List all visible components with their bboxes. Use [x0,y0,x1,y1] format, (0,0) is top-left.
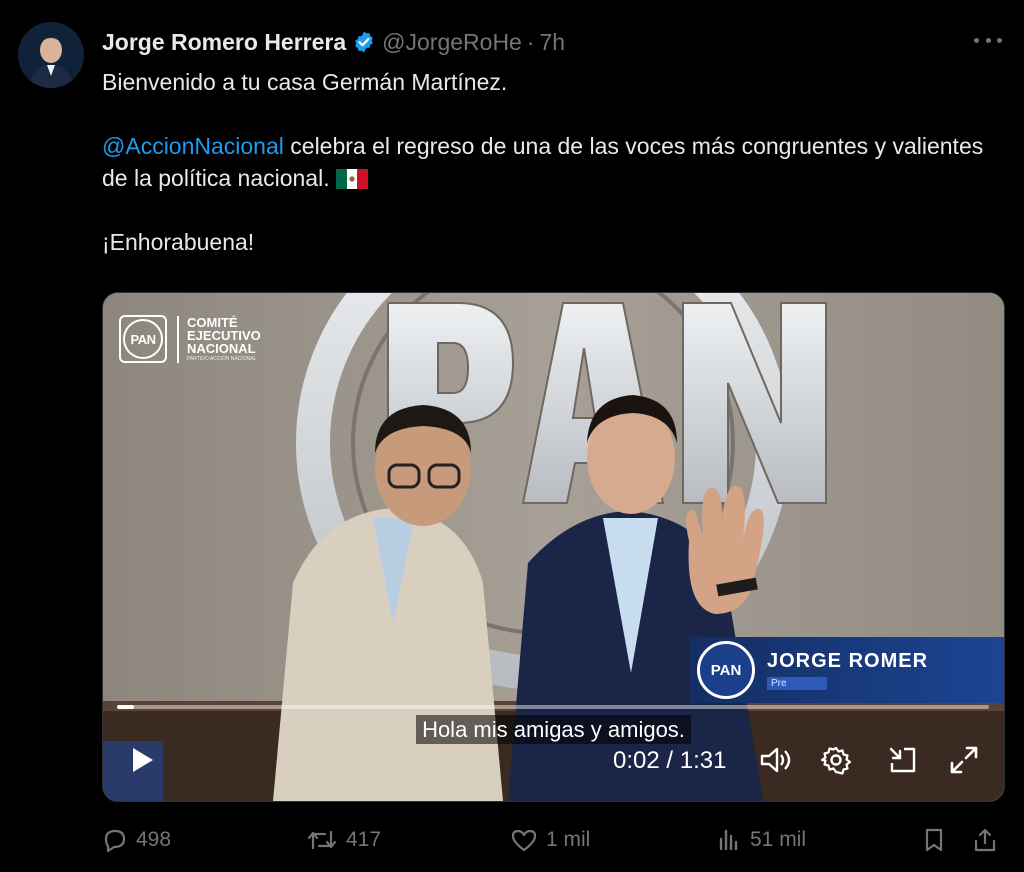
more-icon[interactable] [974,28,1002,52]
tweet-line-welcome: Bienvenido a tu casa Germán Martínez. [102,69,508,95]
play-icon[interactable] [127,745,157,775]
verified-badge-icon[interactable] [352,30,376,54]
settings-icon[interactable] [820,745,852,775]
views-count: 51 mil [750,828,807,851]
views-button[interactable]: 51 mil [716,818,806,862]
tweet-line-congrats: ¡Enhorabuena! [102,229,255,255]
tweet-text: Bienvenido a tu casa Germán Martínez. @A… [102,66,1012,258]
tweet-line-celebration: @AccionNacional celebra el regreso de un… [102,130,1012,194]
tweet-time[interactable]: 7h [540,29,566,56]
like-icon [511,829,537,852]
lower-third: PAN JORGE ROMER Pre [689,637,1004,703]
share-icon[interactable] [972,818,1006,862]
lower-third-name: JORGE ROMER [767,649,929,672]
progress-fill [117,705,135,709]
repost-button[interactable]: 417 [306,818,381,862]
progress-track[interactable] [117,705,989,709]
lower-third-logo-text: PAN [710,661,742,679]
pan-logo-text: PAN [130,331,156,347]
views-icon [719,829,738,851]
caption-text: Hola mis amigas y amigos. [416,715,691,744]
lower-third-logo: PAN [697,641,755,699]
author-handle[interactable]: @JorgeRoHe [382,29,522,56]
reply-count: 498 [136,828,172,851]
org-logo: PAN COMITÉ EJECUTIVO NACIONAL PARTIDO AC… [119,315,261,363]
volume-icon[interactable] [759,745,793,775]
author-avatar[interactable] [18,22,84,88]
repost-count: 417 [346,828,382,851]
time-display: 0:02 / 1:31 [613,747,727,774]
lower-third-title: Pre [767,676,827,690]
pan-logo: PAN [119,315,167,363]
fullscreen-icon[interactable] [949,745,979,775]
separator: · [526,28,535,55]
reply-button[interactable]: 498 [102,818,171,862]
bookmark-icon[interactable] [922,818,954,862]
like-count: 1 mil [546,828,591,851]
org-line1: COMITÉ [187,314,238,330]
org-line3: NACIONAL [187,340,256,356]
org-subline: PARTIDO ACCIÓN NACIONAL [187,355,257,362]
repost-icon [307,830,337,850]
reply-icon [104,829,126,853]
tweet-actions: 498 417 1 mil 51 mil [102,818,1004,862]
mention-link[interactable]: @AccionNacional [102,133,284,159]
tweet-header: Jorge Romero Herrera @JorgeRoHe · 7h [102,26,565,58]
video-caption: Hola mis amigas y amigos. [103,715,1004,744]
video-player[interactable]: PAN COMITÉ EJECUTIVO NACIONAL PARTIDO AC… [102,292,1005,802]
org-line2: EJECUTIVO [187,327,261,343]
mexico-flag-icon [335,165,368,189]
author-name[interactable]: Jorge Romero Herrera [102,29,346,56]
pip-icon[interactable] [887,745,919,775]
like-button[interactable]: 1 mil [510,818,590,862]
